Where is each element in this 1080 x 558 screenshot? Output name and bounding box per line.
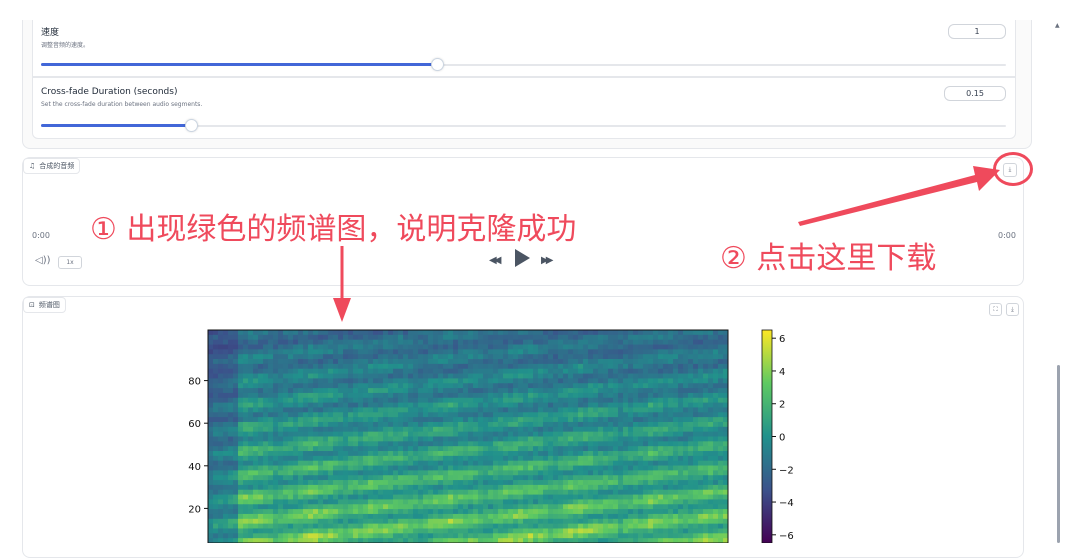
time-end: 0:00: [998, 231, 1016, 240]
y-axis: 20 40 60 80: [188, 377, 208, 515]
speed-slider-thumb[interactable]: [430, 58, 444, 71]
speed-title: 速度: [41, 28, 60, 38]
colorbar-tick-label: −6: [779, 531, 794, 542]
crossfade-number-input[interactable]: 0.15: [944, 86, 1006, 101]
speed-setting: 速度 调整音频的速度。 1: [32, 20, 1016, 77]
highlight-circle: [993, 152, 1033, 186]
annotation-note-2: ② 点击这里下载: [720, 241, 937, 276]
colorbar-tick-label: −2: [779, 465, 794, 476]
y-tick-label: 80: [188, 377, 201, 388]
image-icon: ⊡: [29, 301, 35, 309]
speed-number-input[interactable]: 1: [948, 24, 1006, 39]
speed-description: 调整音频的速度。: [41, 42, 90, 49]
colorbar-tick-label: 2: [779, 400, 785, 411]
y-tick-label: 60: [188, 419, 201, 430]
spectrogram-download-button[interactable]: ⤓: [1006, 303, 1019, 316]
colorbar: [761, 329, 773, 543]
music-note-icon: ♫: [29, 162, 36, 170]
download-icon: ⤓: [1011, 306, 1014, 313]
volume-icon[interactable]: ◁)): [35, 255, 51, 266]
spectrogram-label-text: 频谱图: [38, 301, 60, 309]
y-tick-label: 40: [188, 462, 201, 473]
crossfade-title: Cross-fade Duration (seconds): [41, 87, 178, 97]
crossfade-slider-thumb[interactable]: [184, 119, 198, 132]
spectrogram-chart: 20406080 6420−2−4−6: [188, 329, 794, 543]
spectrogram-heatmap: [208, 330, 729, 543]
fast-forward-icon[interactable]: ▶▶: [541, 255, 554, 266]
colorbar-tick-label: 4: [779, 367, 785, 378]
crossfade-slider-fill: [41, 124, 191, 127]
colorbar-tick-label: 0: [779, 433, 785, 444]
fullscreen-button[interactable]: ⛶: [989, 303, 1002, 316]
audio-label: ♫ 合成的音频: [23, 158, 81, 174]
audio-label-text: 合成的音频: [39, 162, 75, 170]
crossfade-description: Set the cross-fade duration between audi…: [41, 101, 203, 108]
play-icon[interactable]: [515, 249, 530, 267]
y-tick-label: 20: [188, 504, 201, 515]
scrollbar-thumb[interactable]: [1057, 365, 1060, 543]
annotation-note-1: ① 出现绿色的频谱图，说明克隆成功: [90, 212, 577, 247]
time-start: 0:00: [32, 231, 50, 240]
colorbar-axis: 6 4 2 0 −2 −4 −6: [772, 334, 794, 542]
scroll-up-arrow[interactable]: ▲: [1055, 22, 1060, 29]
playback-speed-button[interactable]: 1x: [58, 256, 82, 269]
colorbar-tick-label: 6: [779, 334, 785, 345]
rewind-icon[interactable]: ◀◀: [489, 255, 502, 266]
speed-slider-fill: [41, 63, 437, 66]
crossfade-setting: Cross-fade Duration (seconds) Set the cr…: [32, 77, 1016, 139]
fullscreen-icon: ⛶: [993, 306, 998, 313]
spectrogram-label: ⊡ 频谱图: [23, 297, 66, 313]
colorbar-tick-label: −4: [779, 498, 794, 509]
